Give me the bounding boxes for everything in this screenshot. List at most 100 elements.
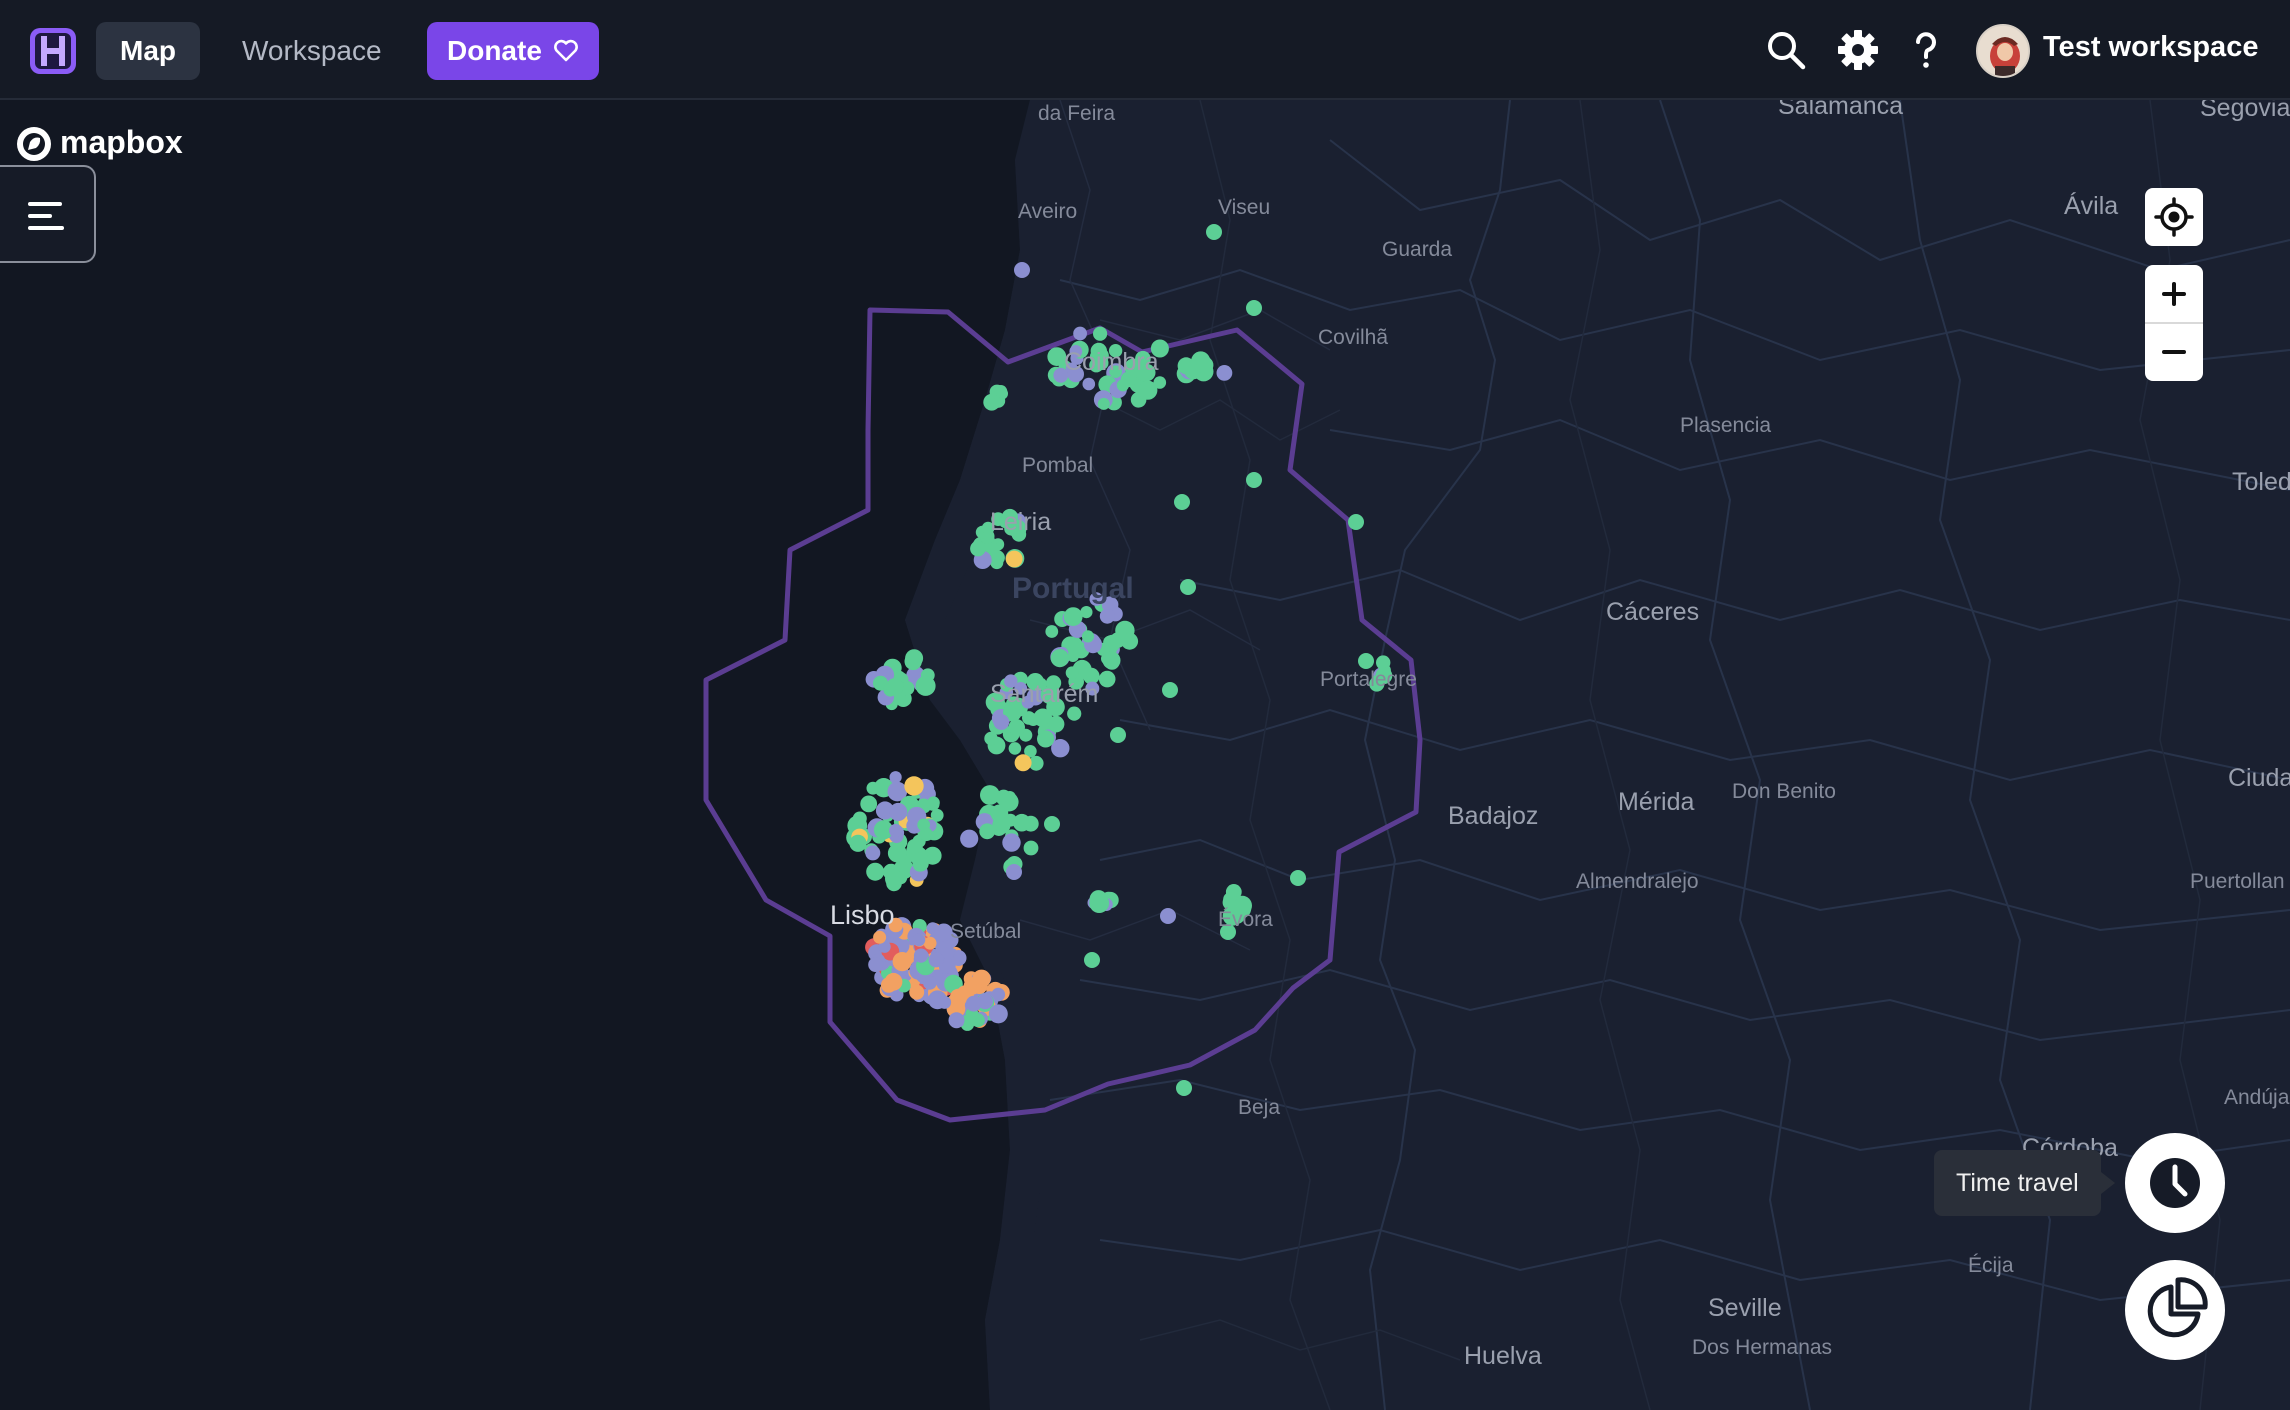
map-marker[interactable] <box>1002 833 1021 852</box>
map-marker[interactable] <box>913 948 929 963</box>
map-marker[interactable] <box>1110 727 1126 743</box>
map-marker[interactable] <box>948 1012 965 1029</box>
map-marker[interactable] <box>988 1004 1008 1024</box>
map-marker[interactable] <box>984 731 998 746</box>
map-marker[interactable] <box>1093 326 1108 341</box>
map-marker[interactable] <box>912 933 926 947</box>
map-marker[interactable] <box>1160 908 1176 924</box>
map-marker[interactable] <box>1121 632 1139 650</box>
map-marker[interactable] <box>1206 224 1222 240</box>
map-marker[interactable] <box>1005 550 1023 568</box>
map-marker[interactable] <box>1073 326 1087 341</box>
menu-button[interactable] <box>0 165 96 263</box>
gear-icon[interactable] <box>1836 28 1880 72</box>
nav-tab-map[interactable]: Map <box>96 22 200 80</box>
map-marker[interactable] <box>928 952 944 968</box>
map-marker[interactable] <box>1023 840 1039 856</box>
map-marker[interactable] <box>960 829 979 848</box>
map-marker[interactable] <box>1176 1080 1192 1096</box>
map-marker[interactable] <box>990 556 1004 570</box>
map-marker[interactable] <box>904 652 922 671</box>
map-marker[interactable] <box>938 995 952 1009</box>
map-marker[interactable] <box>977 993 994 1010</box>
map-marker[interactable] <box>1022 815 1039 832</box>
map-marker[interactable] <box>1014 262 1030 278</box>
map-marker[interactable] <box>849 834 867 852</box>
map-marker[interactable] <box>963 977 982 995</box>
map-marker[interactable] <box>1008 742 1022 755</box>
time-travel-button[interactable] <box>2125 1133 2225 1233</box>
map-marker[interactable] <box>860 795 878 813</box>
stats-button[interactable] <box>2125 1260 2225 1360</box>
map-marker[interactable] <box>904 776 924 796</box>
map-marker[interactable] <box>1081 630 1095 643</box>
map-marker[interactable] <box>1008 719 1025 736</box>
map-marker[interactable] <box>907 839 922 854</box>
help-icon[interactable] <box>1904 28 1948 72</box>
map-marker[interactable] <box>887 843 907 863</box>
map-marker[interactable] <box>1084 952 1100 968</box>
locate-button[interactable] <box>2145 188 2203 246</box>
map-marker[interactable] <box>1003 791 1016 804</box>
map-marker[interactable] <box>865 845 881 861</box>
map-marker[interactable] <box>917 818 931 832</box>
map-marker[interactable] <box>1065 666 1079 680</box>
map-marker[interactable] <box>1006 864 1022 880</box>
map-marker[interactable] <box>1358 653 1374 669</box>
map-marker[interactable] <box>1246 300 1262 316</box>
map-marker[interactable] <box>1102 651 1121 670</box>
map-marker[interactable] <box>1174 494 1190 510</box>
map-marker[interactable] <box>1045 625 1059 638</box>
map-marker[interactable] <box>881 977 897 993</box>
minus-icon[interactable] <box>2145 324 2203 381</box>
map-marker[interactable] <box>866 862 885 881</box>
avatar[interactable] <box>1976 24 2030 78</box>
map-marker[interactable] <box>868 957 883 972</box>
map-marker[interactable] <box>926 797 940 811</box>
map-marker[interactable] <box>1180 579 1196 595</box>
map-marker[interactable] <box>923 936 937 950</box>
map-marker[interactable] <box>915 675 936 696</box>
map-marker[interactable] <box>1246 472 1262 488</box>
workspace-name[interactable]: Test workspace <box>2043 31 2258 64</box>
map-marker[interactable] <box>889 802 908 822</box>
map-marker[interactable] <box>889 823 903 838</box>
map-marker[interactable] <box>1089 893 1110 913</box>
map-marker[interactable] <box>990 804 1009 823</box>
map-marker[interactable] <box>1082 377 1096 391</box>
map-marker[interactable] <box>1037 730 1055 748</box>
map-marker[interactable] <box>994 385 1008 398</box>
map-marker[interactable] <box>1290 870 1306 886</box>
workspace-logo-icon[interactable] <box>28 26 78 76</box>
donate-button[interactable]: Donate <box>427 22 599 80</box>
map-marker[interactable] <box>1153 376 1167 389</box>
map-marker[interactable] <box>866 781 880 795</box>
plus-icon[interactable] <box>2145 265 2203 322</box>
map-marker[interactable] <box>1047 715 1065 733</box>
map-marker[interactable] <box>852 811 867 826</box>
map-marker[interactable] <box>1116 379 1129 392</box>
map-marker[interactable] <box>885 869 904 888</box>
map-marker[interactable] <box>1063 607 1083 626</box>
map-marker[interactable] <box>993 714 1010 730</box>
map-marker[interactable] <box>1162 682 1178 698</box>
map-marker[interactable] <box>1050 649 1069 668</box>
map-marker[interactable] <box>1097 397 1110 410</box>
map-marker[interactable] <box>909 984 925 1000</box>
map-label-leiria: Leiria <box>990 508 1052 536</box>
map-marker[interactable] <box>923 975 937 990</box>
search-icon[interactable] <box>1764 28 1808 72</box>
map-marker[interactable] <box>1216 365 1233 381</box>
map-marker[interactable] <box>892 952 912 972</box>
map-marker[interactable] <box>873 930 887 944</box>
map-marker[interactable] <box>1196 356 1214 374</box>
map-marker[interactable] <box>970 540 986 557</box>
map-marker[interactable] <box>1014 754 1032 772</box>
map-marker[interactable] <box>981 788 997 805</box>
nav-tab-workspace[interactable]: Workspace <box>218 22 406 80</box>
map-marker[interactable] <box>1099 608 1115 624</box>
map-marker[interactable] <box>1098 670 1116 688</box>
map-marker[interactable] <box>1348 514 1364 530</box>
map-marker[interactable] <box>1044 816 1060 832</box>
map-marker[interactable] <box>886 678 904 696</box>
